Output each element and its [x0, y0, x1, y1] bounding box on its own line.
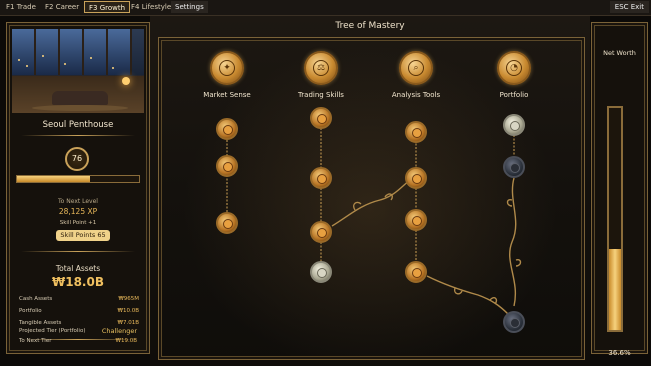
category-label-trading-skills: Trading Skills — [298, 91, 344, 99]
net-worth-percent: 36.6% — [608, 349, 631, 357]
magnifier-chart-icon[interactable]: ⌕ — [399, 51, 433, 85]
skill-node-unlocked[interactable] — [405, 261, 427, 283]
category-label-market-sense: Market Sense — [203, 91, 251, 99]
net-worth-gauge — [607, 106, 623, 332]
skill-node-available[interactable] — [310, 261, 332, 283]
skill-node-unlocked[interactable] — [405, 121, 427, 143]
pie-chart-icon[interactable]: ◔ — [497, 51, 531, 85]
skill-node-unlocked[interactable] — [310, 167, 332, 189]
net-worth-label: Net Worth — [603, 49, 636, 57]
skill-node-unlocked[interactable] — [310, 107, 332, 129]
skill-node-unlocked[interactable] — [216, 212, 238, 234]
scales-icon[interactable]: ⚖ — [304, 51, 338, 85]
skill-node-unlocked[interactable] — [216, 155, 238, 177]
net-worth-gauge-fill — [609, 248, 621, 330]
skill-node-unlocked[interactable] — [310, 221, 332, 243]
skill-node-available[interactable] — [503, 114, 525, 136]
category-label-analysis-tools: Analysis Tools — [391, 91, 441, 99]
skill-node-unlocked[interactable] — [405, 167, 427, 189]
brain-icon[interactable]: ✦ — [210, 51, 244, 85]
net-worth-panel: Net Worth 36.6% — [591, 22, 648, 357]
skill-node-unlocked[interactable] — [405, 209, 427, 231]
skill-node-unlocked[interactable] — [216, 118, 238, 140]
category-label-portfolio: Portfolio — [499, 91, 529, 99]
skill-node-locked[interactable] — [503, 156, 525, 178]
skill-node-locked[interactable] — [503, 311, 525, 333]
